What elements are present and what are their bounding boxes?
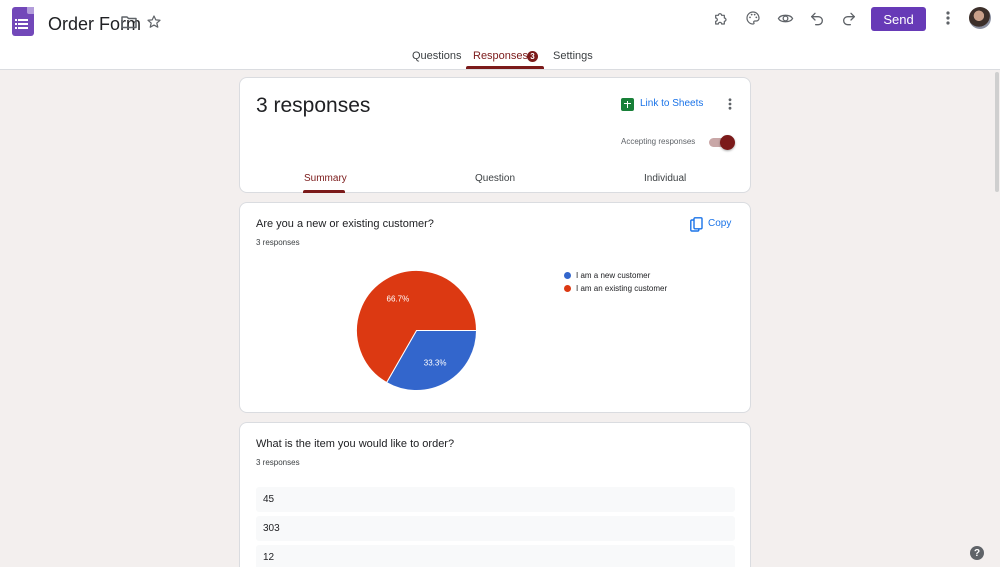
question-card-item: What is the item you would like to order… xyxy=(239,422,751,567)
tab-questions[interactable]: Questions xyxy=(412,50,462,62)
legend-label-existing: I am an existing customer xyxy=(576,284,668,293)
answer-text: 12 xyxy=(263,552,275,563)
question-response-count: 3 responses xyxy=(256,458,300,467)
responses-count-badge: 3 xyxy=(527,51,538,62)
legend-swatch-existing xyxy=(564,285,571,292)
help-button[interactable]: ? xyxy=(970,546,984,560)
folder-icon[interactable] xyxy=(120,14,138,30)
answer-row: 303 xyxy=(256,516,735,541)
active-tab-indicator xyxy=(466,66,544,69)
legend-swatch-new xyxy=(564,272,571,279)
scrollbar-thumb[interactable] xyxy=(995,72,999,192)
responses-count-heading: 3 responses xyxy=(256,94,371,117)
legend-item: I am an existing customer xyxy=(564,282,667,295)
copy-icon[interactable] xyxy=(689,216,703,232)
answer-row: 45 xyxy=(256,487,735,512)
top-bar: Order Form Send Questions Responses 3 Se… xyxy=(0,0,1000,70)
pie-slice-label-1: 66.7% xyxy=(387,294,410,303)
question-title: What is the item you would like to order… xyxy=(256,438,455,450)
avatar[interactable] xyxy=(969,7,991,29)
subtab-question[interactable]: Question xyxy=(475,173,515,184)
subtab-indicator xyxy=(303,190,345,193)
accepting-responses-label: Accepting responses xyxy=(621,137,696,146)
undo-icon[interactable] xyxy=(808,9,826,27)
responses-summary-card: 3 responses Link to Sheets Accepting res… xyxy=(239,77,751,193)
more-vert-icon[interactable] xyxy=(940,9,956,27)
legend-label-new: I am a new customer xyxy=(576,271,651,280)
send-button[interactable]: Send xyxy=(871,7,926,31)
star-icon[interactable] xyxy=(145,13,163,31)
answer-text: 45 xyxy=(263,494,275,505)
pie-chart: 33.3% 66.7% xyxy=(356,270,477,391)
legend-item: I am a new customer xyxy=(564,269,667,282)
addon-puzzle-icon[interactable] xyxy=(712,9,730,27)
question-card-customer-type: Are you a new or existing customer? 3 re… xyxy=(239,202,751,413)
redo-icon[interactable] xyxy=(840,9,858,27)
chart-legend: I am a new customer I am an existing cus… xyxy=(564,269,667,295)
forms-app-icon[interactable] xyxy=(12,7,34,36)
question-response-count: 3 responses xyxy=(256,238,300,247)
question-title: Are you a new or existing customer? xyxy=(256,218,434,230)
tab-settings[interactable]: Settings xyxy=(553,50,593,62)
answer-row: 12 xyxy=(256,545,735,567)
eye-preview-icon[interactable] xyxy=(776,9,794,27)
toggle-knob[interactable] xyxy=(720,135,735,150)
subtab-individual[interactable]: Individual xyxy=(644,173,686,184)
subtab-summary[interactable]: Summary xyxy=(304,173,347,184)
palette-icon[interactable] xyxy=(744,9,762,27)
sheets-icon[interactable] xyxy=(621,98,634,111)
responses-more-icon[interactable] xyxy=(724,96,736,112)
copy-button[interactable]: Copy xyxy=(708,218,731,229)
pie-slice-label-0: 33.3% xyxy=(424,359,447,368)
tab-responses[interactable]: Responses xyxy=(473,50,528,62)
answer-text: 303 xyxy=(263,523,280,534)
link-to-sheets-button[interactable]: Link to Sheets xyxy=(640,98,703,109)
